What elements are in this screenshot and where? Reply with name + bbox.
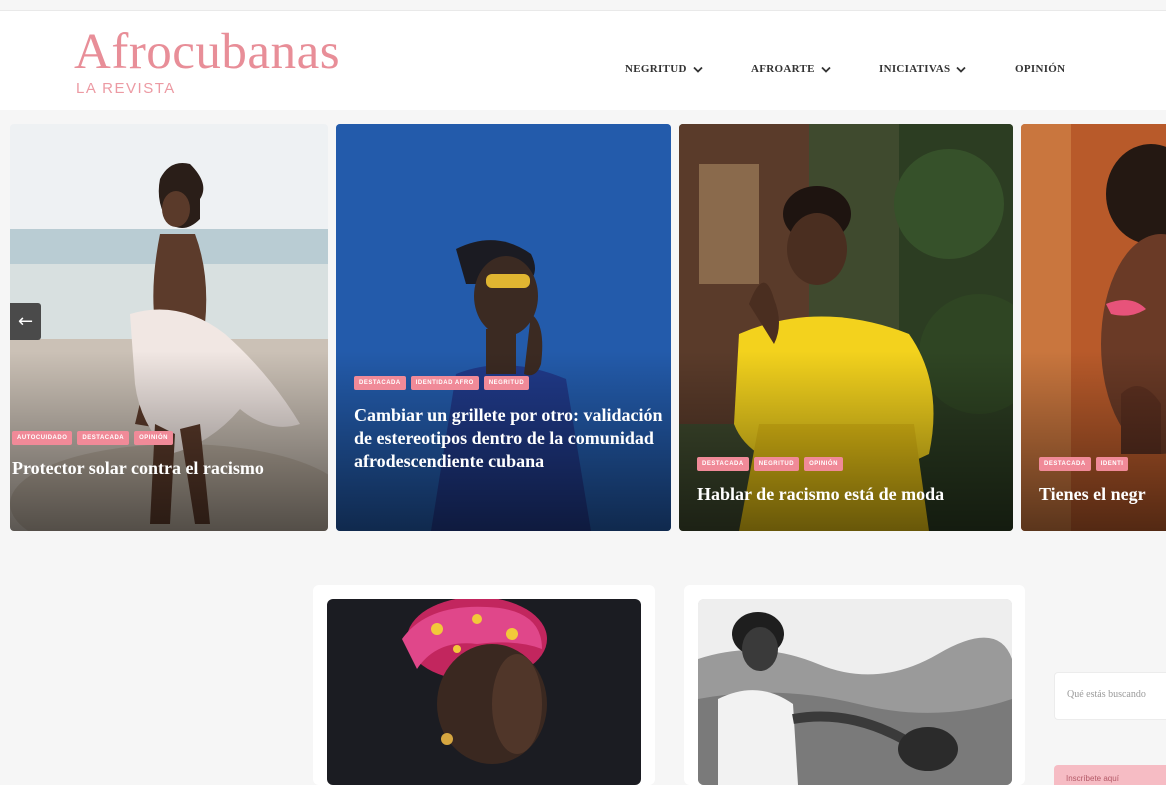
slider-prev-button[interactable]: ← [10,303,41,340]
post-photo [327,599,641,785]
tag-badge[interactable]: IDENTIDAD AFRO [410,376,479,390]
tag-badge[interactable]: NEGRITUD [483,376,530,390]
post-photo [698,599,1012,785]
card-title[interactable]: Cambiar un grillete por otro: validación… [354,404,665,473]
tag-badge[interactable]: DESTACADA [354,376,406,390]
slider-card[interactable]: DESTACADA IDENTI Tienes el negr [1021,124,1166,531]
card-title[interactable]: Hablar de racismo está de moda [697,483,1007,506]
slider-card[interactable]: DESTACADA IDENTIDAD AFRO NEGRITUD Cambia… [336,124,671,531]
card-tags: DESTACADA NEGRITUD OPINIÓN [697,457,843,471]
tag-badge[interactable]: DESTACADA [77,431,130,445]
chevron-down-icon [693,66,703,73]
search-box [1054,672,1166,720]
card-title[interactable]: Tienes el negr [1039,483,1166,506]
nav-label: INICIATIVAS [879,63,951,75]
chevron-down-icon [821,66,831,73]
tag-badge[interactable]: OPINIÓN [134,431,173,445]
nav-item-afroarte[interactable]: AFROARTE [751,63,831,75]
nav-label: AFROARTE [751,63,815,75]
logo-title[interactable]: Afrocubanas [74,27,340,78]
featured-slider: AUTOCUIDADO DESTACADA OPINIÓN Protector … [10,124,1166,532]
nav-item-iniciativas[interactable]: INICIATIVAS [879,63,967,75]
slider-card[interactable]: AUTOCUIDADO DESTACADA OPINIÓN Protector … [10,124,328,531]
chevron-down-icon [956,66,967,73]
card-tags: DESTACADA IDENTI [1039,457,1129,471]
post-image[interactable] [327,599,641,785]
tag-badge[interactable]: IDENTI [1095,457,1129,471]
card-tags: AUTOCUIDADO DESTACADA OPINIÓN [12,431,173,445]
nav-label: OPINIÓN [1015,63,1066,75]
card-title[interactable]: Protector solar contra el racismo [12,457,322,480]
tag-badge[interactable]: DESTACADA [697,457,749,471]
nav-item-negritud[interactable]: NEGRITUD [625,63,703,75]
post-image[interactable] [698,599,1012,785]
subscribe-button[interactable]: Inscríbete aquí [1054,765,1166,785]
subscribe-label: Inscríbete aquí [1066,774,1119,783]
tag-badge[interactable]: DESTACADA [1039,457,1091,471]
nav-label: NEGRITUD [625,63,687,75]
tag-badge[interactable]: NEGRITUD [753,457,800,471]
tag-badge[interactable]: OPINIÓN [804,457,843,471]
site-header: Afrocubanas LA REVISTA NEGRITUD AFROARTE… [0,11,1166,110]
logo-subtitle: LA REVISTA [76,80,176,97]
card-tags: DESTACADA IDENTIDAD AFRO NEGRITUD [354,376,530,390]
slider-card[interactable]: DESTACADA NEGRITUD OPINIÓN Hablar de rac… [679,124,1013,531]
arrow-left-icon: ← [17,311,34,332]
nav-item-opinion[interactable]: OPINIÓN [1015,63,1065,75]
search-input[interactable] [1067,689,1166,700]
tag-badge[interactable]: AUTOCUIDADO [12,431,73,445]
post-card[interactable] [313,585,655,785]
post-card[interactable] [684,585,1025,785]
